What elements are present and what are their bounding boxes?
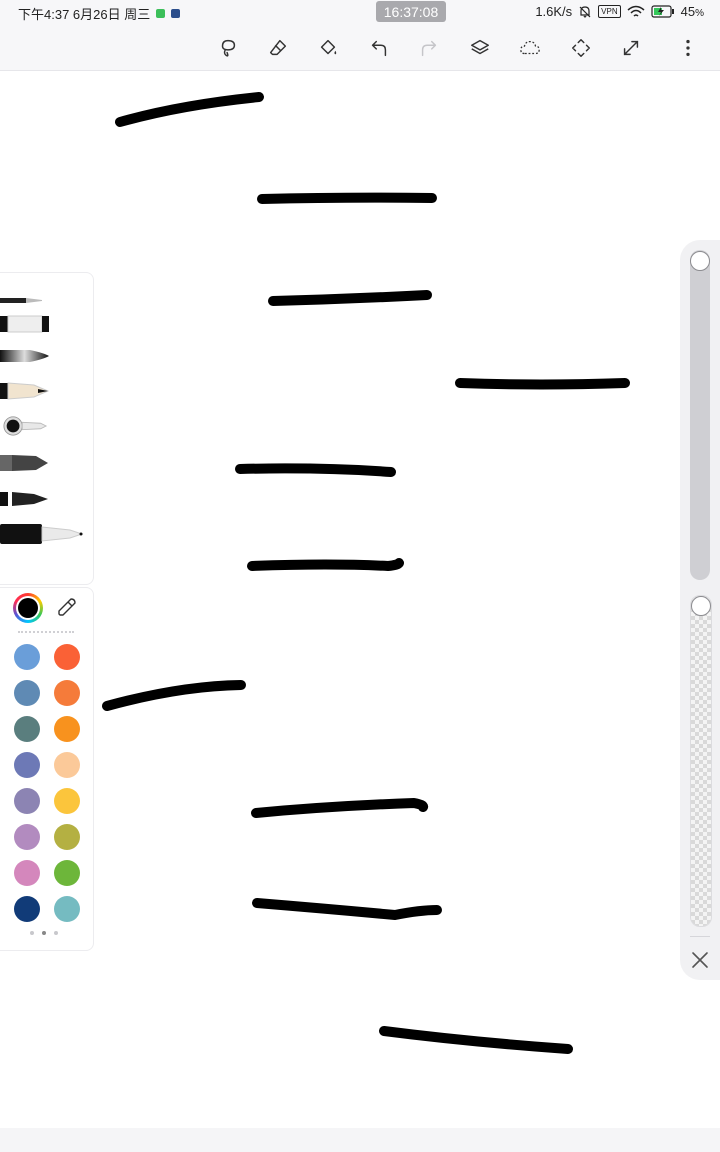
ink-stroke bbox=[235, 463, 396, 477]
status-clock: 16:37:08 bbox=[376, 1, 446, 22]
mute-bell-icon bbox=[579, 5, 591, 18]
ink-stroke bbox=[455, 378, 630, 390]
ink-stroke bbox=[115, 92, 264, 127]
color-swatch[interactable] bbox=[54, 680, 80, 706]
app-icon-blue bbox=[171, 9, 181, 18]
fineliner-brush[interactable] bbox=[0, 523, 84, 545]
ink-stroke bbox=[379, 1026, 573, 1054]
brush-size-slider[interactable] bbox=[690, 250, 710, 580]
color-swatch[interactable] bbox=[14, 716, 40, 742]
network-speed: 1.6K/s bbox=[535, 4, 573, 19]
redo-button[interactable] bbox=[417, 36, 441, 60]
eyedropper-icon[interactable] bbox=[56, 596, 78, 618]
battery-charging-icon bbox=[651, 5, 674, 18]
color-swatch[interactable] bbox=[14, 860, 40, 886]
fullscreen-button[interactable] bbox=[619, 36, 643, 60]
color-swatch[interactable] bbox=[14, 680, 40, 706]
vpn-icon: VPN bbox=[598, 5, 621, 18]
undo-icon bbox=[371, 40, 387, 57]
palette-page-dot[interactable] bbox=[54, 931, 58, 935]
status-left: 下午4:37 6月26日 周三 bbox=[18, 4, 181, 23]
toolbar bbox=[0, 24, 720, 71]
battery-level: 45% bbox=[680, 4, 704, 19]
bottom-bar bbox=[0, 1128, 720, 1152]
fill-bucket-icon bbox=[320, 39, 337, 55]
color-swatch[interactable] bbox=[14, 896, 40, 922]
transform-icon bbox=[572, 39, 590, 57]
ink-stroke bbox=[251, 798, 429, 818]
palette-page-dot-active[interactable] bbox=[42, 931, 46, 935]
current-color-picker[interactable] bbox=[13, 593, 43, 623]
close-icon[interactable] bbox=[689, 949, 711, 971]
pen-brush[interactable] bbox=[0, 488, 50, 510]
marker-brush[interactable] bbox=[0, 452, 50, 474]
redo-icon bbox=[421, 40, 437, 57]
palette-page-dots[interactable] bbox=[30, 931, 66, 937]
palette-separator bbox=[18, 631, 74, 633]
status-right: 1.6K/s VPN 45% bbox=[535, 4, 704, 19]
ink-stroke bbox=[247, 558, 404, 571]
color-swatch[interactable] bbox=[54, 896, 80, 922]
fill-bucket-button[interactable] bbox=[316, 36, 340, 60]
status-datetime: 下午4:37 6月26日 周三 bbox=[18, 7, 151, 22]
selection-icon bbox=[520, 40, 540, 55]
current-color-swatch bbox=[18, 598, 38, 618]
opacity-thumb[interactable] bbox=[691, 596, 711, 616]
slider-panel bbox=[680, 240, 720, 980]
color-swatch[interactable] bbox=[54, 644, 80, 670]
color-swatch[interactable] bbox=[14, 824, 40, 850]
ink-stroke bbox=[268, 290, 432, 306]
undo-button[interactable] bbox=[367, 36, 391, 60]
ink-brush[interactable] bbox=[0, 345, 50, 367]
app-icon-green bbox=[156, 9, 166, 18]
airbrush[interactable] bbox=[0, 415, 50, 437]
ink-stroke bbox=[257, 192, 437, 204]
color-swatch[interactable] bbox=[54, 860, 80, 886]
color-swatch[interactable] bbox=[54, 788, 80, 814]
brush-panel bbox=[0, 272, 94, 585]
ink-stroke bbox=[252, 898, 442, 920]
color-swatch[interactable] bbox=[14, 644, 40, 670]
color-panel bbox=[0, 587, 94, 951]
transform-button[interactable] bbox=[569, 36, 593, 60]
status-bar: 下午4:37 6月26日 周三 16:37:08 1.6K/s VPN 45% bbox=[0, 0, 720, 24]
color-swatch[interactable] bbox=[54, 752, 80, 778]
flat-brush[interactable] bbox=[0, 313, 50, 335]
lasso-icon bbox=[221, 39, 236, 57]
drawing-canvas[interactable] bbox=[0, 71, 720, 1128]
more-button[interactable] bbox=[676, 36, 700, 60]
charcoal-brush[interactable] bbox=[0, 380, 50, 402]
strokes-layer bbox=[102, 92, 630, 1054]
slider-separator bbox=[690, 936, 710, 937]
wifi-icon bbox=[627, 5, 645, 17]
layers-button[interactable] bbox=[468, 36, 492, 60]
fullscreen-icon bbox=[623, 40, 639, 56]
selection-button[interactable] bbox=[518, 36, 542, 60]
color-swatch[interactable] bbox=[14, 788, 40, 814]
brush-size-thumb[interactable] bbox=[690, 251, 710, 271]
opacity-slider[interactable] bbox=[690, 595, 712, 927]
color-swatch[interactable] bbox=[14, 752, 40, 778]
pencil-brush[interactable] bbox=[0, 290, 50, 312]
lasso-button[interactable] bbox=[216, 36, 240, 60]
palette-page-dot[interactable] bbox=[30, 931, 34, 935]
layers-icon bbox=[471, 39, 489, 55]
eraser-button[interactable] bbox=[266, 36, 290, 60]
eraser-icon bbox=[269, 39, 287, 56]
color-swatch[interactable] bbox=[54, 824, 80, 850]
more-icon bbox=[686, 39, 690, 57]
color-swatch[interactable] bbox=[54, 716, 80, 742]
ink-stroke bbox=[102, 680, 246, 711]
